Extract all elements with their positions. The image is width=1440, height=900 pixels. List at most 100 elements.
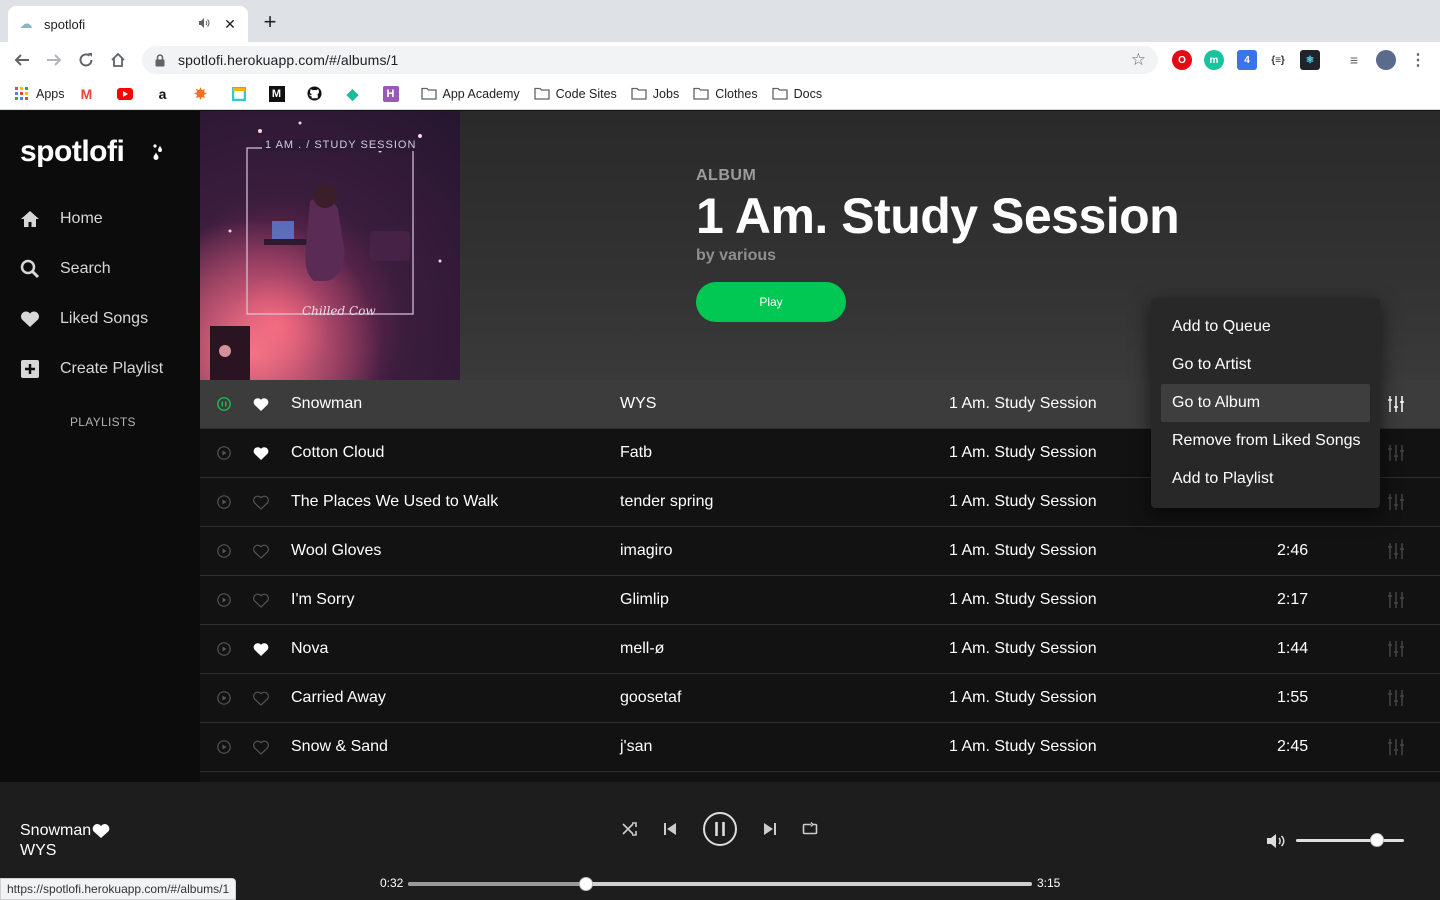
track-options-icon[interactable] bbox=[1387, 493, 1405, 511]
now-playing-heart-icon[interactable] bbox=[92, 823, 110, 839]
heart-outline-icon[interactable] bbox=[253, 495, 269, 510]
pause-button[interactable] bbox=[702, 811, 738, 847]
youtube-bookmark-icon[interactable] bbox=[116, 86, 139, 102]
h-bookmark-icon[interactable]: H bbox=[382, 85, 405, 102]
track-artist[interactable]: mell-ø bbox=[620, 640, 664, 658]
progress-handle[interactable] bbox=[579, 877, 594, 891]
heart-outline-icon[interactable] bbox=[253, 740, 269, 755]
track-artist[interactable]: WYS bbox=[620, 395, 656, 413]
track-album[interactable]: 1 Am. Study Session bbox=[949, 640, 1097, 658]
browser-tab[interactable]: ☁ spotlofi ✕ bbox=[8, 6, 248, 42]
speaker-icon[interactable] bbox=[198, 17, 214, 32]
heart-filled-icon[interactable] bbox=[253, 642, 269, 657]
track-artist[interactable]: tender spring bbox=[620, 493, 713, 511]
sidebar-item-search[interactable]: Search bbox=[20, 259, 111, 279]
mint-extension-icon[interactable]: m bbox=[1204, 50, 1224, 70]
amazon-bookmark-icon[interactable]: a bbox=[155, 86, 177, 102]
track-album[interactable]: 1 Am. Study Session bbox=[949, 738, 1097, 756]
heart-filled-icon[interactable] bbox=[253, 397, 269, 412]
track-options-icon[interactable] bbox=[1387, 542, 1405, 560]
track-album[interactable]: 1 Am. Study Session bbox=[949, 689, 1097, 707]
bookmark-folder-clothes[interactable]: Clothes bbox=[693, 86, 758, 102]
play-circle-icon[interactable] bbox=[217, 691, 231, 705]
table-row[interactable]: I'm Sorry Glimlip 1 Am. Study Session 2:… bbox=[200, 576, 1440, 625]
play-album-button[interactable]: Play bbox=[696, 282, 846, 322]
track-album[interactable]: 1 Am. Study Session bbox=[949, 542, 1097, 560]
volume-handle[interactable] bbox=[1370, 833, 1384, 847]
new-tab-button[interactable]: + bbox=[258, 10, 282, 34]
pause-circle-icon[interactable] bbox=[217, 397, 231, 411]
track-artist[interactable]: Glimlip bbox=[620, 591, 669, 609]
bookmark-folder-app-academy[interactable]: App Academy bbox=[420, 86, 520, 102]
react-devtools-icon[interactable]: ⚛ bbox=[1300, 50, 1320, 70]
table-row[interactable]: Wool Gloves imagiro 1 Am. Study Session … bbox=[200, 527, 1440, 576]
track-options-icon[interactable] bbox=[1387, 689, 1405, 707]
forward-icon[interactable] bbox=[42, 48, 66, 72]
back-icon[interactable] bbox=[10, 48, 34, 72]
menu-item-add-to-playlist[interactable]: Add to Playlist bbox=[1161, 460, 1370, 498]
github-bookmark-icon[interactable] bbox=[307, 86, 329, 102]
square-bookmark-icon[interactable] bbox=[231, 86, 253, 102]
play-circle-icon[interactable] bbox=[217, 446, 231, 460]
play-circle-icon[interactable] bbox=[217, 642, 231, 656]
opera-extension-icon[interactable]: O bbox=[1172, 50, 1192, 70]
table-row[interactable]: Carried Away goosetaf 1 Am. Study Sessio… bbox=[200, 674, 1440, 723]
home-browser-icon[interactable] bbox=[106, 48, 130, 72]
sidebar-item-create-playlist[interactable]: Create Playlist bbox=[20, 359, 163, 379]
heart-outline-icon[interactable] bbox=[253, 544, 269, 559]
play-circle-icon[interactable] bbox=[217, 495, 231, 509]
diamond-bookmark-icon[interactable]: ◆ bbox=[345, 86, 367, 103]
bookmark-star-icon[interactable]: ☆ bbox=[1131, 50, 1146, 70]
browser-menu-icon[interactable]: ⋮ bbox=[1408, 50, 1428, 70]
track-options-icon[interactable] bbox=[1387, 738, 1405, 756]
reload-icon[interactable] bbox=[74, 48, 98, 72]
track-options-icon[interactable] bbox=[1387, 444, 1405, 462]
play-circle-icon[interactable] bbox=[217, 544, 231, 558]
track-album[interactable]: 1 Am. Study Session bbox=[949, 444, 1097, 462]
bookmark-folder-code-sites[interactable]: Code Sites bbox=[533, 86, 617, 102]
volume-slider[interactable] bbox=[1296, 833, 1404, 847]
track-options-icon[interactable] bbox=[1387, 395, 1405, 413]
track-artist[interactable]: imagiro bbox=[620, 542, 672, 560]
media-control-icon[interactable]: ≡ bbox=[1344, 50, 1364, 70]
now-playing-artist[interactable]: WYS bbox=[20, 842, 56, 860]
bookmark-folder-jobs[interactable]: Jobs bbox=[631, 86, 679, 102]
table-row[interactable]: Nova mell-ø 1 Am. Study Session 1:44 bbox=[200, 625, 1440, 674]
now-playing-title[interactable]: Snowman bbox=[20, 822, 91, 840]
gear-bookmark-icon[interactable]: ✸ bbox=[193, 86, 215, 103]
close-tab-icon[interactable]: ✕ bbox=[222, 16, 238, 33]
track-album[interactable]: 1 Am. Study Session bbox=[949, 493, 1097, 511]
heart-outline-icon[interactable] bbox=[253, 593, 269, 608]
repeat-icon[interactable] bbox=[801, 820, 819, 838]
bookmark-apps[interactable]: Apps bbox=[14, 86, 65, 102]
play-circle-icon[interactable] bbox=[217, 740, 231, 754]
json-extension-icon[interactable]: {≡} bbox=[1268, 50, 1288, 70]
app-logo[interactable]: spotlofi bbox=[20, 135, 125, 169]
sidebar-item-home[interactable]: Home bbox=[20, 209, 103, 229]
sidebar-item-liked-songs[interactable]: Liked Songs bbox=[20, 309, 148, 329]
volume-icon[interactable] bbox=[1266, 832, 1286, 850]
previous-track-icon[interactable] bbox=[661, 820, 679, 838]
album-artist[interactable]: by various bbox=[696, 247, 1179, 265]
track-options-icon[interactable] bbox=[1387, 640, 1405, 658]
bookmark-folder-docs[interactable]: Docs bbox=[771, 86, 822, 102]
menu-item-remove-from-liked-songs[interactable]: Remove from Liked Songs bbox=[1161, 422, 1370, 460]
heart-filled-icon[interactable] bbox=[253, 446, 269, 461]
track-options-icon[interactable] bbox=[1387, 591, 1405, 609]
progress-bar[interactable] bbox=[408, 877, 1032, 891]
shuffle-icon[interactable] bbox=[621, 820, 639, 838]
next-track-icon[interactable] bbox=[761, 820, 779, 838]
gmail-bookmark-icon[interactable]: M bbox=[79, 86, 101, 102]
menu-item-add-to-queue[interactable]: Add to Queue bbox=[1161, 308, 1370, 346]
heart-outline-icon[interactable] bbox=[253, 691, 269, 706]
track-artist[interactable]: goosetaf bbox=[620, 689, 681, 707]
profile-avatar[interactable] bbox=[1376, 50, 1396, 70]
track-artist[interactable]: j'san bbox=[620, 738, 652, 756]
menu-item-go-to-artist[interactable]: Go to Artist bbox=[1161, 346, 1370, 384]
track-album[interactable]: 1 Am. Study Session bbox=[949, 591, 1097, 609]
address-bar[interactable]: spotlofi.herokuapp.com/#/albums/1 ☆ bbox=[142, 46, 1158, 74]
track-artist[interactable]: Fatb bbox=[620, 444, 652, 462]
table-row[interactable]: Snow & Sand j'san 1 Am. Study Session 2:… bbox=[200, 723, 1440, 772]
play-circle-icon[interactable] bbox=[217, 593, 231, 607]
track-album[interactable]: 1 Am. Study Session bbox=[949, 395, 1097, 413]
